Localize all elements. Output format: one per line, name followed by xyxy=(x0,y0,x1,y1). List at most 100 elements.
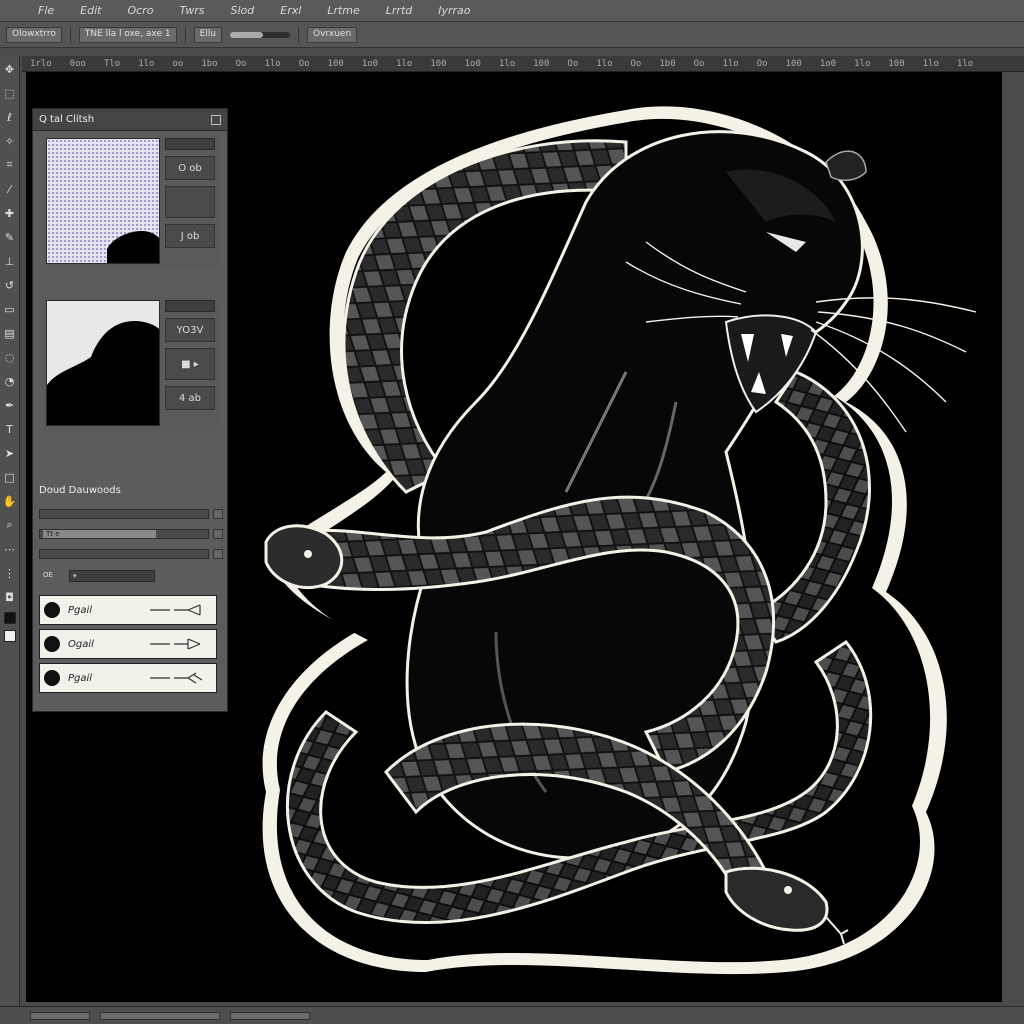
horizontal-ruler: 1rlo 0oo Tlo 1lo oo 1bo Oo 1lo Oo 100 1o0 1lo 100 1o0… xyxy=(22,56,1024,72)
menu-image[interactable]: Ocro xyxy=(121,2,159,19)
shape-tool-icon[interactable]: □ xyxy=(3,468,17,486)
thumbnail-1-controls: O ob J ob xyxy=(165,138,215,264)
ruler-tick-label: 100 xyxy=(785,58,802,69)
path-3-stroke-icon xyxy=(150,672,203,684)
options-size-field[interactable]: Ellu xyxy=(193,26,223,43)
ruler-tick-label: 1lo xyxy=(396,58,413,69)
thumbnail-2-field[interactable] xyxy=(165,300,215,312)
history-brush-tool-icon[interactable]: ↺ xyxy=(3,276,17,294)
menu-select[interactable]: Slod xyxy=(225,2,261,19)
slider-row-2: Tt e xyxy=(39,527,223,541)
thumbnail-2-button-bottom[interactable]: 4 ab xyxy=(165,386,215,410)
ruler-tick-label: 0oo xyxy=(69,58,86,69)
stamp-tool-icon[interactable]: ⊥ xyxy=(3,252,17,270)
more-tools-icon[interactable]: ⋯ xyxy=(3,540,17,558)
options-opacity-slider[interactable] xyxy=(230,31,291,38)
slider-2-button[interactable] xyxy=(213,529,223,539)
path-select-tool-icon[interactable]: ➤ xyxy=(3,444,17,462)
pen-tool-icon[interactable]: ✒ xyxy=(3,396,17,414)
thumbnail-1-field[interactable] xyxy=(165,138,215,150)
ruler-tick-label: 100 xyxy=(430,58,447,69)
divider xyxy=(184,26,186,43)
blur-tool-icon[interactable]: ◌ xyxy=(3,348,17,366)
ruler-tick-label: 1o0 xyxy=(819,58,837,69)
menu-help[interactable]: Iyrrao xyxy=(432,2,476,19)
snake-eye-right xyxy=(784,886,792,894)
menu-filter[interactable]: Erxl xyxy=(274,2,307,19)
options-preset-field[interactable]: Olowxtrro xyxy=(6,26,62,43)
ruler-tick-label: 1lo xyxy=(138,58,155,69)
slider-1-button[interactable] xyxy=(213,509,223,519)
zoom-tool-icon[interactable]: ⌕ xyxy=(3,516,17,534)
path-2-thumbnail xyxy=(44,636,60,652)
status-scrollbar[interactable] xyxy=(230,1011,310,1020)
ruler-tick-label: 1lo xyxy=(722,58,739,69)
status-doc-info xyxy=(100,1011,220,1020)
hand-tool-icon[interactable]: ✋ xyxy=(3,492,17,510)
panel-collapse-icon[interactable] xyxy=(211,114,221,125)
path-1-name: Pgail xyxy=(68,604,93,616)
gradient-tool-icon[interactable]: ▤ xyxy=(3,324,17,342)
ruler-tick-label: 1o0 xyxy=(464,58,481,69)
ruler-tick-label: 100 xyxy=(327,58,344,69)
path-2-stroke-icon xyxy=(150,638,201,650)
status-zoom-field[interactable] xyxy=(30,1011,90,1020)
menu-file[interactable]: Fle xyxy=(32,2,60,19)
ruler-tick-label: 1rlo xyxy=(30,58,52,69)
lasso-tool-icon[interactable]: ℓ xyxy=(3,108,17,126)
panel-header[interactable]: Q tal Clitsh xyxy=(33,109,227,131)
ruler-tick-label: 1lo xyxy=(956,58,974,69)
slider-3-button[interactable] xyxy=(213,549,223,559)
options-overlay-field[interactable]: Ovrxuen xyxy=(307,26,358,43)
dropdown-label: OE xyxy=(43,571,53,579)
dodge-tool-icon[interactable]: ◔ xyxy=(3,372,17,390)
blend-dropdown[interactable]: ▾ xyxy=(69,570,155,582)
eyedropper-tool-icon[interactable]: ⁄ xyxy=(3,180,17,198)
pattern-thumbnail[interactable] xyxy=(46,138,160,264)
marquee-tool-icon[interactable]: ⬚ xyxy=(3,84,17,102)
thumbnail-1-button-top[interactable]: O ob xyxy=(165,156,215,180)
ruler-tick-label: 100 xyxy=(533,58,550,69)
ruler-tick-label: 1lo xyxy=(596,58,613,69)
thumbnail-2-play-button[interactable]: ■ ▸ xyxy=(165,348,215,380)
slider-3-track[interactable] xyxy=(39,549,209,559)
move-tool-icon[interactable]: ✥ xyxy=(3,60,17,78)
path-row-3[interactable]: Pgail xyxy=(39,663,217,693)
menu-edit[interactable]: Edit xyxy=(74,2,107,19)
panel-title: Q tal Clitsh xyxy=(39,114,95,125)
thumbnail-block-1: O ob J ob xyxy=(43,135,219,269)
options-mode-field[interactable]: TNE lla l oxe, axe 1 xyxy=(78,26,177,43)
tools-panel: ✥ ⬚ ℓ ✧ ⌗ ⁄ ✚ ✎ ⊥ ↺ ▭ ▤ ◌ ◔ ✒ T ➤ □ ✋ ⌕ … xyxy=(0,56,20,1006)
foreground-color-swatch[interactable] xyxy=(3,612,16,624)
silhouette-preview xyxy=(47,301,159,425)
path-row-2[interactable]: Ogail xyxy=(39,629,217,659)
edit-toolbar-icon[interactable]: ⋮ xyxy=(3,564,17,582)
heal-tool-icon[interactable]: ✚ xyxy=(3,204,17,222)
background-color-swatch[interactable] xyxy=(3,630,16,642)
eraser-tool-icon[interactable]: ▭ xyxy=(3,300,17,318)
thumbnail-2-button-top[interactable]: YO3V xyxy=(165,318,215,342)
slider-1-track[interactable] xyxy=(39,509,209,519)
photo-editor-window: Fle Edit Ocro Twrs Slod Erxl Lrtme Lrrtd… xyxy=(0,0,1024,1024)
menu-window[interactable]: Lrrtd xyxy=(380,2,418,19)
thumbnail-1-button-middle[interactable] xyxy=(165,186,215,218)
slider-2-track[interactable]: Tt e xyxy=(39,529,209,539)
ruler-tick-label: 1o0 xyxy=(361,58,379,69)
section-title: Doud Dauwoods xyxy=(39,485,121,496)
crop-tool-icon[interactable]: ⌗ xyxy=(3,156,17,174)
menu-view[interactable]: Lrtme xyxy=(321,2,365,19)
brush-tool-icon[interactable]: ✎ xyxy=(3,228,17,246)
slider-2-fill: Tt e xyxy=(43,530,157,538)
ruler-tick-label: 1lo xyxy=(922,58,939,69)
thumbnail-1-button-bottom[interactable]: J ob xyxy=(165,224,215,248)
menu-layer[interactable]: Twrs xyxy=(173,2,210,19)
wand-tool-icon[interactable]: ✧ xyxy=(3,132,17,150)
ruler-tick-label: 1lo xyxy=(264,58,281,69)
type-tool-icon[interactable]: T xyxy=(3,420,17,438)
silhouette-thumbnail[interactable] xyxy=(46,300,160,426)
ruler-tick-label: Oo xyxy=(693,58,705,69)
path-row-1[interactable]: Pgail xyxy=(39,595,217,625)
ruler-tick-label: Tlo xyxy=(103,58,121,69)
quick-mask-icon[interactable]: ◘ xyxy=(3,588,17,606)
ruler-tick-label: Oo xyxy=(630,58,642,69)
